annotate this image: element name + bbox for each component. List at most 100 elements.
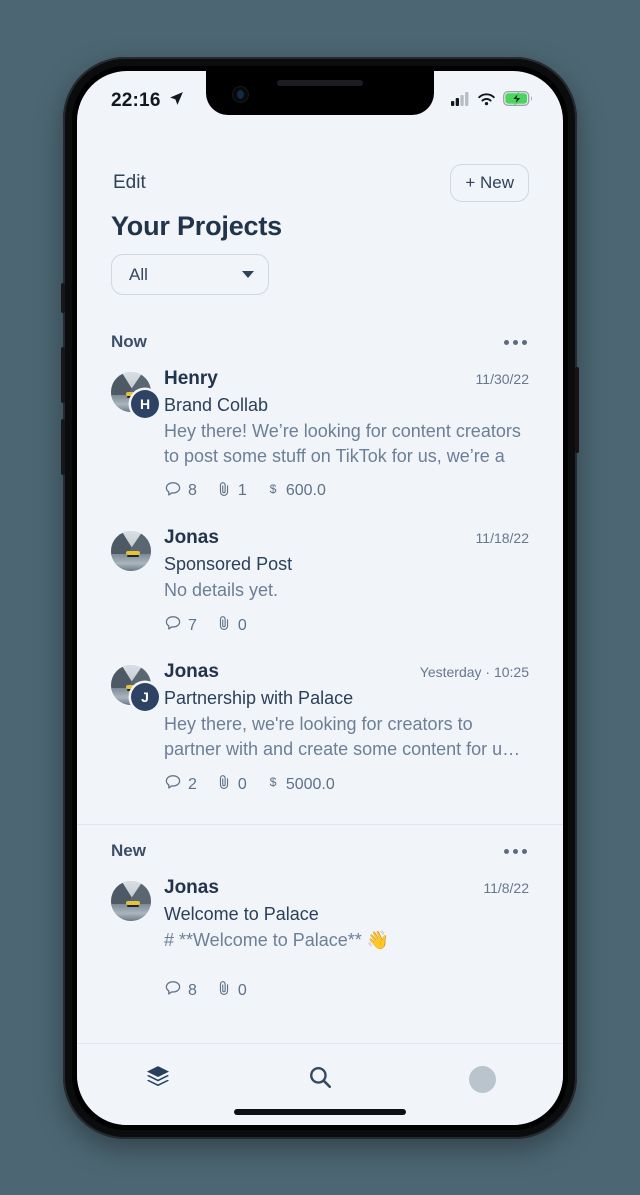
- project-row[interactable]: H Henry 11/30/22 Brand Collab Hey there! We’…: [77, 358, 563, 517]
- attachment-count: 1: [216, 480, 247, 503]
- avatar-wrap: H: [111, 368, 159, 503]
- project-body: Jonas Yesterday · 10:25 Partnership with P…: [164, 661, 529, 796]
- avatar: [111, 530, 151, 571]
- attachment-count-value: 0: [237, 616, 247, 634]
- project-filter-select[interactable]: All: [111, 254, 269, 295]
- paperclip-icon: [216, 480, 232, 503]
- project-filter-value: All: [129, 264, 148, 284]
- project-meta: 70: [164, 614, 529, 637]
- avatar-wrap: [111, 877, 151, 1002]
- svg-text:$: $: [269, 482, 276, 496]
- paperclip-icon: [216, 773, 232, 796]
- project-subject: Partnership with Palace: [164, 688, 354, 709]
- project-date: 11/8/22: [483, 880, 529, 897]
- project-author: Henry: [164, 368, 218, 389]
- page-title: Your Projects: [111, 211, 282, 241]
- project-preview: No details yet.: [164, 580, 279, 601]
- project-preview: # **Welcome to Palace** 👋: [164, 930, 390, 951]
- project-body: Jonas 11/8/22 Welcome to Palace # **Welcome…: [164, 877, 529, 1002]
- project-header: Henry 11/30/22: [164, 368, 529, 390]
- volume-down-button[interactable]: [61, 419, 65, 475]
- paperclip-icon: [216, 614, 232, 637]
- navigation-row: Edit + New: [77, 159, 563, 207]
- comment-count: 8: [164, 480, 197, 503]
- svg-text:$: $: [269, 775, 276, 789]
- comment-count-value: 2: [188, 775, 197, 793]
- project-row[interactable]: Jonas 11/8/22 Welcome to Palace # **Welcome…: [77, 867, 563, 1016]
- comment-bubble-icon: [164, 979, 182, 1002]
- volume-up-button[interactable]: [61, 347, 65, 403]
- project-date: 11/30/22: [475, 371, 529, 387]
- comment-bubble-icon: [164, 773, 182, 796]
- dollar-sign-icon: $: [266, 773, 280, 796]
- attachment-count: 0: [216, 979, 247, 1002]
- project-date: Yesterday · 10:25: [419, 664, 529, 681]
- comment-count: 7: [164, 614, 197, 637]
- tab-search[interactable]: [283, 1058, 357, 1100]
- project-meta: 80: [164, 979, 529, 1002]
- project-header: Jonas 11/18/22: [164, 527, 529, 549]
- project-date: 11/18/22: [475, 529, 529, 546]
- battery-charging-icon: [503, 91, 533, 111]
- project-section: Now H Henry 11/30/22 Brand Collab Hey there! …: [77, 316, 563, 814]
- avatar: [111, 881, 151, 922]
- project-subject: Sponsored Post: [164, 553, 293, 574]
- silent-switch[interactable]: [61, 283, 65, 313]
- comment-count-value: 7: [188, 616, 197, 634]
- comment-count: 8: [164, 979, 197, 1002]
- avatar-wrap: [111, 527, 151, 637]
- attachment-count-value: 0: [237, 775, 247, 793]
- cellular-signal-icon: [451, 91, 470, 111]
- home-indicator[interactable]: [234, 1109, 406, 1115]
- project-preview: Hey there, we're looking for creators to…: [164, 714, 521, 760]
- search-icon: [307, 1064, 333, 1095]
- attachment-count: 0: [216, 773, 247, 796]
- attachment-count-value: 1: [237, 482, 247, 500]
- avatar-initial-badge: J: [131, 683, 159, 712]
- project-list[interactable]: Now H Henry 11/30/22 Brand Collab Hey there! …: [77, 316, 563, 1043]
- project-subject: Brand Collab: [164, 395, 269, 415]
- project-meta: 8 1 $600.0: [164, 480, 529, 503]
- project-section: New Jonas 11/8/22 Welcome to Palace # **Welc…: [77, 825, 563, 1020]
- project-body: Jonas 11/18/22 Sponsored Post No details ye…: [164, 527, 529, 637]
- comment-bubble-icon: [164, 480, 182, 503]
- paperclip-icon: [216, 979, 232, 1002]
- kebab-menu-icon[interactable]: [502, 843, 529, 860]
- dollar-sign-icon: $: [266, 480, 280, 503]
- power-button[interactable]: [575, 367, 579, 453]
- comment-count: 2: [164, 773, 197, 796]
- comment-count-value: 8: [188, 482, 197, 500]
- layers-stack-icon: [145, 1064, 171, 1095]
- section-title: Now: [111, 332, 147, 351]
- project-header: Jonas 11/8/22: [164, 877, 529, 899]
- speaker-grille-icon: [277, 80, 363, 86]
- project-preview: Hey there! We’re looking for content cre…: [164, 421, 521, 467]
- project-author: Jonas: [164, 661, 219, 683]
- wifi-icon: [477, 92, 496, 111]
- tab-profile[interactable]: [445, 1058, 519, 1100]
- new-project-button[interactable]: + New: [450, 164, 529, 202]
- project-amount-value: 5000.0: [285, 775, 335, 793]
- attachment-count: 0: [216, 614, 247, 637]
- comment-bubble-icon: [164, 614, 182, 637]
- project-author: Jonas: [164, 526, 219, 548]
- project-row[interactable]: J Jonas Yesterday · 10:25 Partnership with …: [77, 651, 563, 810]
- phone-bezel: 22:16 Edit + New Your Projects All Now H…: [72, 66, 568, 1130]
- status-bar-left: 22:16: [111, 90, 185, 112]
- edit-button[interactable]: Edit: [111, 170, 148, 196]
- project-body: Henry 11/30/22 Brand Collab Hey there! We’r…: [164, 368, 529, 503]
- tab-projects[interactable]: [121, 1058, 195, 1100]
- chevron-down-icon: [242, 271, 254, 278]
- project-row[interactable]: Jonas 11/18/22 Sponsored Post No details ye…: [77, 517, 563, 651]
- kebab-menu-icon[interactable]: [502, 334, 529, 351]
- notch: [206, 71, 434, 115]
- section-title: New: [111, 841, 146, 861]
- section-header: New: [77, 825, 563, 867]
- project-amount: $600.0: [266, 480, 325, 503]
- project-amount: $5000.0: [266, 773, 335, 796]
- avatar: [468, 1065, 496, 1093]
- status-bar-right: [451, 91, 533, 111]
- avatar-initial-badge: H: [131, 390, 159, 418]
- location-arrow-icon: [168, 90, 185, 112]
- attachment-count-value: 0: [237, 981, 247, 999]
